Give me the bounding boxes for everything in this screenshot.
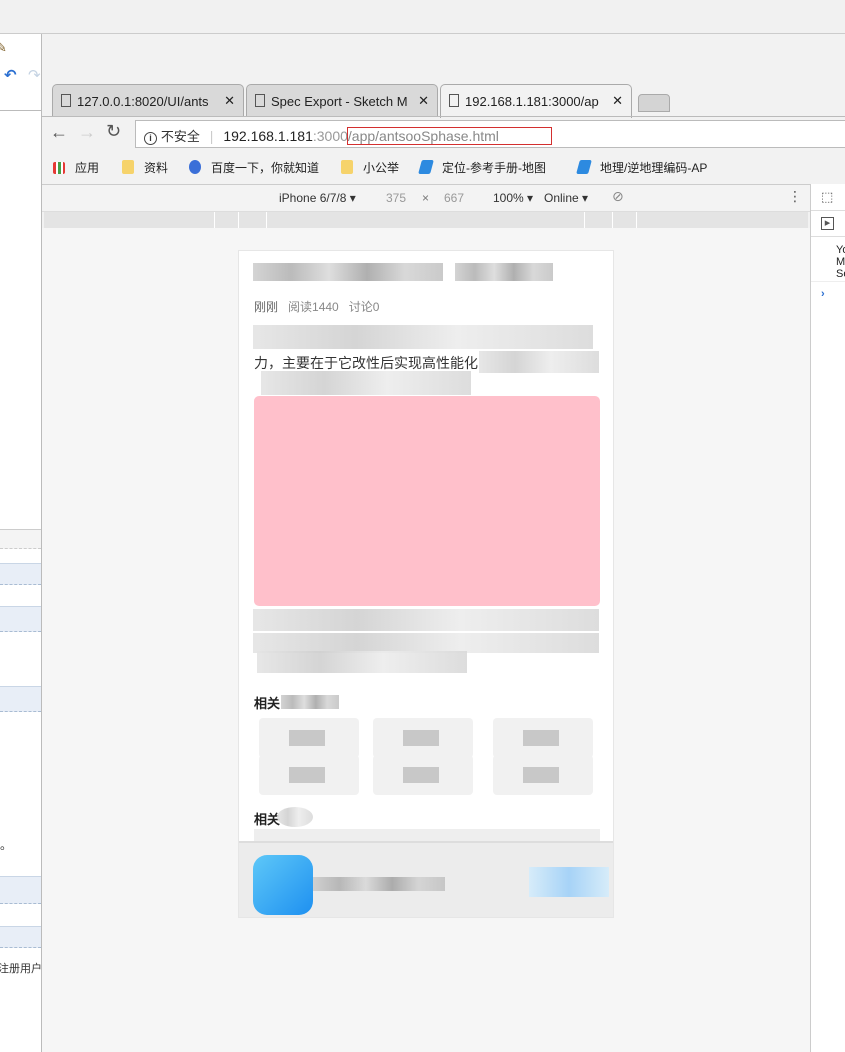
bookmark-amap[interactable]: 地理/逆地理编码-AP xyxy=(576,159,707,176)
media-query-bar[interactable] xyxy=(44,212,808,228)
stray-text: 。 xyxy=(0,838,13,852)
height-input[interactable]: 667 xyxy=(444,191,464,205)
console-prompt-icon[interactable]: › xyxy=(821,288,825,300)
read-count: 阅读1440 xyxy=(288,300,339,314)
article-title-redacted xyxy=(455,263,553,281)
stray-text: 注册用户 xyxy=(0,963,42,975)
window-titlebar xyxy=(0,0,845,34)
tool-icon[interactable]: ✎ xyxy=(0,40,7,56)
forward-icon[interactable]: → xyxy=(78,122,96,143)
width-input[interactable]: 375 xyxy=(386,191,406,205)
back-icon[interactable]: ← xyxy=(50,122,68,143)
url-port: :3000 xyxy=(312,128,348,144)
related-tag[interactable] xyxy=(493,755,593,795)
mobile-page: 刚刚 阅读1440 讨论0 力，主要在于它改性后实现高性能化 相关 相关 xyxy=(238,250,614,918)
page-icon xyxy=(255,94,265,107)
app-logo-icon xyxy=(253,855,313,915)
related-tag[interactable] xyxy=(259,718,359,758)
amap-icon xyxy=(576,160,592,174)
comment-count: 讨论0 xyxy=(348,300,380,314)
info-icon[interactable]: i xyxy=(144,132,157,145)
console-message: YoMaSe xyxy=(836,244,845,280)
tab-3-active[interactable]: 192.168.1.181:3000/ap ✕ xyxy=(440,84,632,118)
undo-icon[interactable]: ↶ xyxy=(4,66,17,84)
reload-icon[interactable]: ↻ xyxy=(106,121,121,142)
baidu-paw-icon xyxy=(189,160,201,174)
app-name-redacted xyxy=(313,877,445,891)
article-text-redacted xyxy=(253,325,593,349)
page-icon xyxy=(449,94,459,107)
section-title-related: 相关 xyxy=(254,812,281,827)
bookmark-baidu[interactable]: 百度一下，你就知道 xyxy=(189,159,319,176)
open-app-button[interactable] xyxy=(529,867,609,897)
bookmark-apps[interactable]: 应用 xyxy=(53,159,99,176)
bookmark-folder[interactable]: 小公举 xyxy=(341,159,399,176)
article-meta: 刚刚 阅读1440 讨论0 xyxy=(254,298,379,315)
console-drawer-icon[interactable]: ▸ xyxy=(821,217,834,230)
related-tag[interactable] xyxy=(259,755,359,795)
page-icon xyxy=(61,94,71,107)
bookmark-amap[interactable]: 定位-参考手册-地图 xyxy=(418,159,546,176)
rotate-icon[interactable]: ⊘ xyxy=(612,188,624,205)
bookmark-folder[interactable]: 资料 xyxy=(122,159,168,176)
redo-icon[interactable]: ↷ xyxy=(28,66,41,84)
article-text: 力，主要在于它改性后实现高性能化 xyxy=(254,355,478,371)
new-tab-button[interactable] xyxy=(638,94,670,112)
inspect-element-icon[interactable]: ⬚ xyxy=(821,189,833,205)
url-path: /app/antsooSphase.html xyxy=(346,127,552,145)
tab-2[interactable]: Spec Export - Sketch M ✕ xyxy=(246,84,438,116)
related-tag[interactable] xyxy=(373,755,473,795)
zoom-select[interactable]: 100% ▾ xyxy=(493,191,533,205)
device-select[interactable]: iPhone 6/7/8 ▾ xyxy=(279,191,356,205)
close-tab-icon[interactable]: ✕ xyxy=(418,93,429,109)
url-host: 192.168.1.181 xyxy=(223,128,313,144)
bottom-app-banner[interactable] xyxy=(239,841,613,917)
related-tag[interactable] xyxy=(373,718,473,758)
dimension-separator: × xyxy=(422,191,430,205)
publish-time: 刚刚 xyxy=(254,300,279,314)
apps-grid-icon xyxy=(53,162,65,174)
article-title-redacted xyxy=(253,263,443,281)
tab-1[interactable]: 127.0.0.1:8020/UI/ants ✕ xyxy=(52,84,244,116)
devtools-panel: ⬚ ▸ YoMaSe › xyxy=(810,184,845,1052)
security-label[interactable]: 不安全 xyxy=(161,129,200,144)
close-tab-icon[interactable]: ✕ xyxy=(612,93,623,109)
network-select[interactable]: Online ▾ xyxy=(544,191,588,205)
background-app-panel: ✎ ↶ ↷ 。 注册用户 xyxy=(0,34,42,1052)
related-tag[interactable] xyxy=(493,718,593,758)
device-toolbar: iPhone 6/7/8 ▾ 375 × 667 100% ▾ Online ▾… xyxy=(42,184,810,212)
amap-icon xyxy=(418,160,434,174)
address-bar[interactable]: i 不安全 | 192.168.1.181:3000/app/antsooSph… xyxy=(135,120,845,148)
folder-icon xyxy=(341,160,353,174)
close-tab-icon[interactable]: ✕ xyxy=(224,93,235,109)
more-options-icon[interactable]: ⋮ xyxy=(788,188,802,205)
article-image-placeholder xyxy=(254,396,600,606)
section-title-related: 相关 xyxy=(254,696,281,711)
folder-icon xyxy=(122,160,134,174)
